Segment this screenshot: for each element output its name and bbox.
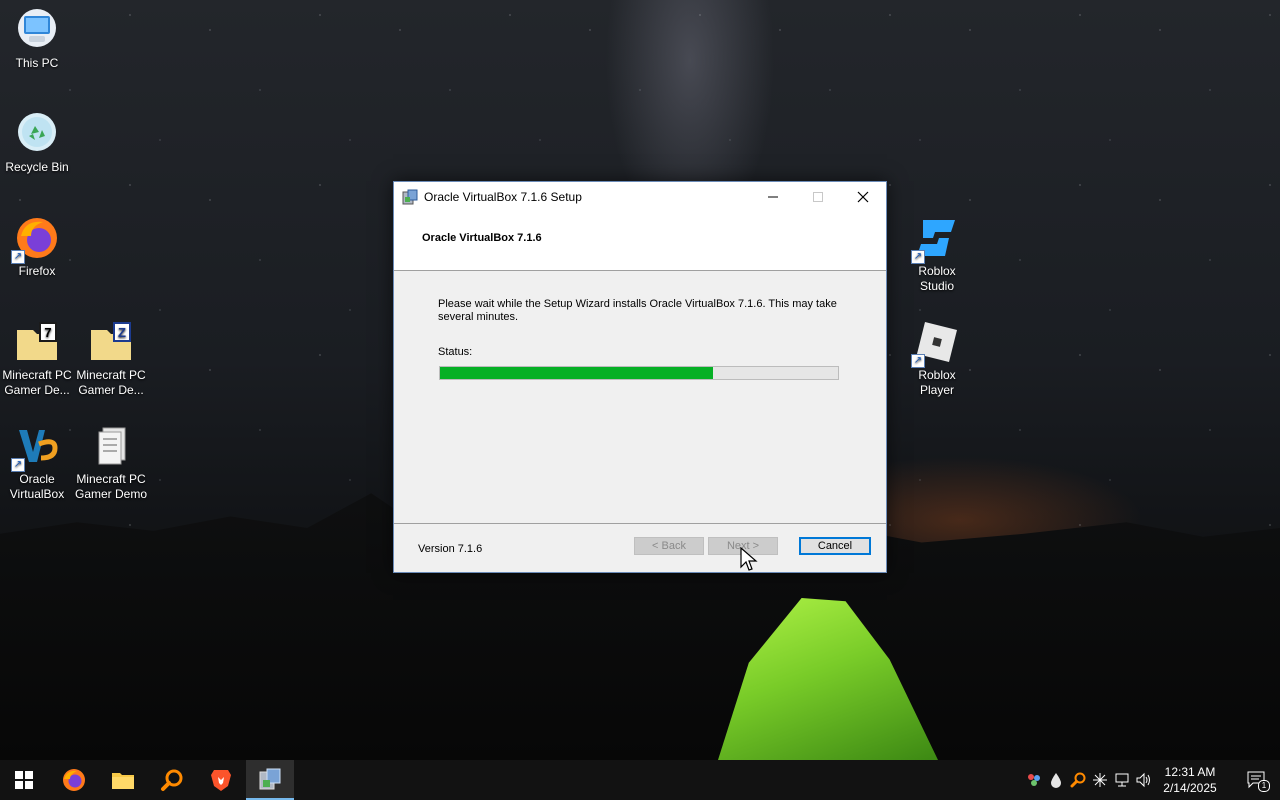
desktop-icon-firefox[interactable]: ↗ Firefox: [0, 216, 74, 279]
taskbar-search-app[interactable]: [148, 760, 196, 800]
dialog-footer: Version 7.1.6 < Back Next > Cancel: [394, 523, 886, 572]
desktop-icon-label: This PC: [15, 56, 59, 70]
desktop-icon-label: Roblox Studio: [918, 264, 956, 293]
taskbar-brave[interactable]: [197, 760, 245, 800]
desktop-icon-label: Minecraft PC Gamer De...: [2, 368, 72, 397]
document-stack-icon: [89, 424, 133, 468]
mouse-cursor-icon: [740, 547, 758, 571]
version-text: Version 7.1.6: [418, 543, 483, 555]
desktop-icon-oracle-virtualbox[interactable]: ↗ Oracle VirtualBox: [0, 424, 74, 502]
taskbar-firefox[interactable]: [50, 760, 98, 800]
taskbar-clock[interactable]: 12:31 AM 2/14/2025: [1157, 764, 1223, 796]
desktop-icon-roblox-studio[interactable]: ↗ Roblox Studio: [900, 216, 974, 294]
tray-people-icon[interactable]: [1026, 772, 1042, 788]
setup-dialog: Oracle VirtualBox 7.1.6 Setup Oracle Vir…: [393, 181, 887, 573]
firefox-icon: ↗: [11, 216, 59, 264]
shortcut-arrow-icon: ↗: [11, 458, 25, 472]
shortcut-arrow-icon: ↗: [11, 250, 25, 264]
shortcut-arrow-icon: ↗: [911, 354, 925, 368]
dialog-window-title: Oracle VirtualBox 7.1.6 Setup: [424, 190, 582, 204]
taskbar: 12:31 AM 2/14/2025 1: [0, 760, 1280, 800]
svg-text:Z: Z: [118, 325, 126, 340]
this-pc-icon: [15, 8, 59, 52]
volume-icon[interactable]: [1136, 772, 1152, 788]
tray-snowflake-icon[interactable]: [1092, 772, 1108, 788]
desktop-icon-minecraft-7z[interactable]: 7 Minecraft PC Gamer De...: [0, 320, 74, 398]
windows-start-icon: [15, 771, 33, 789]
desktop-icon-recycle-bin[interactable]: Recycle Bin: [0, 112, 74, 175]
desktop-icon-minecraft-demo[interactable]: Minecraft PC Gamer Demo: [74, 424, 148, 502]
desktop-icon-label: Recycle Bin: [5, 160, 69, 174]
dialog-content: Please wait while the Setup Wizard insta…: [394, 271, 886, 511]
desktop-icon-label: Firefox: [18, 264, 56, 278]
brave-icon: [211, 770, 231, 791]
dialog-titlebar[interactable]: Oracle VirtualBox 7.1.6 Setup: [394, 182, 886, 212]
taskbar-file-explorer[interactable]: [99, 760, 147, 800]
back-button: < Back: [634, 537, 704, 555]
minimize-icon: [768, 196, 778, 198]
maximize-icon: [813, 192, 823, 202]
clock-date: 2/14/2025: [1163, 781, 1217, 795]
search-magnifier-icon: [161, 769, 183, 791]
shortcut-arrow-icon: ↗: [911, 250, 925, 264]
desktop-icon-label: Minecraft PC Gamer De...: [76, 368, 146, 397]
notifications-button[interactable]: 1: [1246, 771, 1270, 792]
installer-icon: [402, 189, 418, 205]
notification-count-badge: 1: [1258, 780, 1270, 792]
roblox-player-icon: ↗: [911, 320, 959, 368]
install-progress-bar: [439, 366, 839, 380]
desktop-icon-label: Minecraft PC Gamer Demo: [74, 472, 148, 501]
status-label: Status:: [438, 346, 473, 358]
install-message: Please wait while the Setup Wizard insta…: [438, 298, 837, 323]
svg-text:7: 7: [44, 325, 51, 340]
archive-zip-icon: Z: [89, 320, 133, 364]
recycle-bin-icon: [15, 112, 59, 156]
virtualbox-icon: ↗: [11, 424, 59, 472]
cancel-button[interactable]: Cancel: [799, 537, 871, 555]
archive-7z-icon: 7: [15, 320, 59, 364]
maximize-button: [795, 182, 841, 212]
desktop-icon-this-pc[interactable]: This PC: [0, 8, 74, 71]
clock-time: 12:31 AM: [1164, 765, 1216, 779]
minimize-button[interactable]: [750, 182, 796, 212]
desktop-icon-label: Oracle VirtualBox: [9, 472, 65, 501]
close-icon: [857, 191, 869, 203]
desktop-icon-roblox-player[interactable]: ↗ Roblox Player: [900, 320, 974, 398]
desktop-icon-label: Roblox Player: [918, 368, 956, 397]
installer-icon: [259, 768, 281, 790]
close-button[interactable]: [840, 182, 886, 212]
firefox-icon: [63, 769, 85, 791]
desktop-icon-minecraft-zip[interactable]: Z Minecraft PC Gamer De...: [74, 320, 148, 398]
system-tray: 12:31 AM 2/14/2025 1: [1020, 760, 1280, 800]
dialog-header: Oracle VirtualBox 7.1.6: [394, 212, 886, 271]
install-progress-fill: [440, 367, 713, 379]
start-button[interactable]: [0, 760, 48, 800]
dialog-header-title: Oracle VirtualBox 7.1.6: [422, 232, 542, 244]
roblox-studio-icon: ↗: [911, 216, 959, 264]
tray-search-icon[interactable]: [1070, 772, 1086, 788]
network-icon[interactable]: [1114, 772, 1130, 788]
tray-drop-icon[interactable]: [1048, 772, 1064, 788]
file-explorer-icon: [112, 773, 134, 789]
taskbar-installer[interactable]: [246, 760, 294, 800]
